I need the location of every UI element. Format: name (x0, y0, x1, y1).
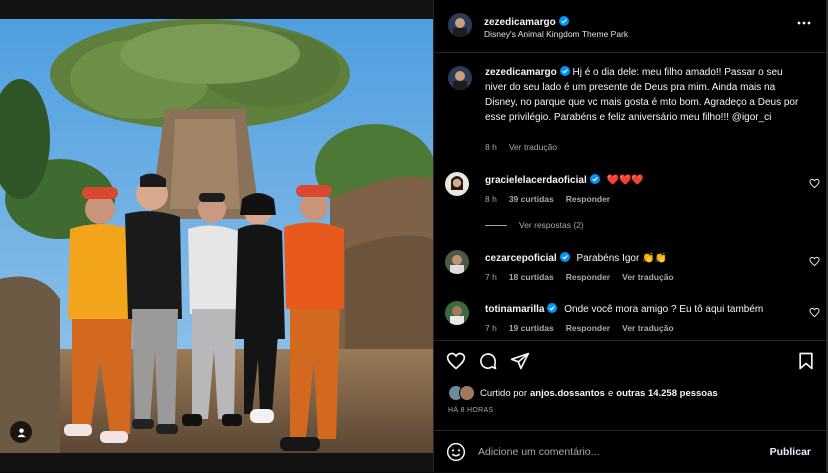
caption-age: 8 h (485, 142, 497, 152)
comment-reply-button[interactable]: Responder (566, 194, 610, 204)
comment-username[interactable]: gracielelacerdaoficial (485, 175, 587, 186)
comment-avatar[interactable] (445, 250, 469, 274)
view-replies-label[interactable]: Ver respostas (2) (519, 220, 584, 230)
comment-reply-button[interactable]: Responder (566, 323, 610, 333)
comment-age: 8 h (485, 194, 497, 204)
more-options-icon[interactable] (797, 16, 811, 30)
comment-text: Onde você mora amigo ? Eu tô aqui também (564, 304, 764, 315)
comment-composer: Adicione um comentário... Publicar (434, 430, 827, 473)
comment-see-translation[interactable]: Ver tradução (622, 272, 674, 282)
user-tag-icon[interactable] (10, 421, 32, 443)
comment-age: 7 h (485, 272, 497, 282)
comment-body: gracielelacerdaoficial ❤️❤️❤️ (485, 174, 644, 186)
comment-meta: 7 h 19 curtidas Responder Ver tradução (485, 323, 686, 333)
instagram-post-modal: zezedicamargo Disney's Animal Kingdom Th… (0, 0, 828, 472)
author-username[interactable]: zezedicamargo (484, 17, 556, 28)
caption-avatar[interactable] (448, 66, 472, 90)
comment-username[interactable]: cezarcepoficial (485, 253, 557, 264)
liker-avatar (459, 385, 475, 401)
post-photo[interactable] (0, 19, 433, 453)
comment-item: totinamarilla Onde você mora amigo ? Eu … (445, 301, 820, 337)
author-avatar[interactable] (448, 13, 472, 37)
caption-see-translation[interactable]: Ver tradução (509, 142, 557, 152)
comment-body: totinamarilla Onde você mora amigo ? Eu … (485, 303, 763, 315)
actions-divider (434, 340, 827, 341)
comment-avatar[interactable] (445, 301, 469, 325)
comment-likes[interactable]: 19 curtidas (509, 323, 554, 333)
bookmark-icon[interactable] (796, 351, 816, 371)
comment-age: 7 h (485, 323, 497, 333)
comment-meta: 8 h 39 curtidas Responder (485, 194, 622, 204)
comment-input[interactable]: Adicione um comentário... (478, 446, 599, 458)
heart-icon[interactable] (446, 351, 466, 371)
caption-meta: 8 h Ver tradução (485, 142, 569, 152)
verified-badge-icon (547, 303, 558, 313)
comment-username[interactable]: totinamarilla (485, 304, 544, 315)
comment-body: cezarcepoficial Parabéns Igor 👏👏 (485, 252, 667, 264)
group-photo-image (0, 19, 433, 453)
likes-others[interactable]: outras 14.258 pessoas (616, 388, 717, 399)
publish-button[interactable]: Publicar (770, 446, 811, 458)
post-header: zezedicamargo Disney's Animal Kingdom Th… (434, 0, 827, 53)
likers-avatars[interactable] (448, 385, 475, 401)
post-actions-bar (446, 351, 816, 373)
comment-text: ❤️❤️❤️ (606, 175, 644, 186)
caption-username[interactable]: zezedicamargo (485, 67, 557, 78)
view-replies-button[interactable]: Ver respostas (2) (485, 220, 584, 230)
comment-likes[interactable]: 39 curtidas (509, 194, 554, 204)
comment-icon[interactable] (478, 351, 498, 371)
post-details-panel: zezedicamargo Disney's Animal Kingdom Th… (433, 0, 827, 472)
comment-item: cezarcepoficial Parabéns Igor 👏👏 7 h 18 c… (445, 250, 820, 286)
comment-meta: 7 h 18 curtidas Responder Ver tradução (485, 272, 686, 282)
comment-see-translation[interactable]: Ver tradução (622, 323, 674, 333)
share-icon[interactable] (510, 351, 530, 371)
verified-badge-icon (559, 66, 570, 76)
replies-line (485, 224, 507, 226)
post-location[interactable]: Disney's Animal Kingdom Theme Park (484, 29, 628, 39)
emoji-icon[interactable] (446, 442, 466, 462)
comment-reply-button[interactable]: Responder (566, 272, 610, 282)
comment-item: gracielelacerdaoficial ❤️❤️❤️ 8 h 39 curt… (445, 172, 820, 208)
comment-like-heart-icon[interactable] (809, 178, 820, 189)
verified-badge-icon (589, 174, 600, 184)
comment-like-heart-icon[interactable] (809, 256, 820, 267)
likes-middle: e (607, 387, 614, 399)
comment-like-heart-icon[interactable] (809, 307, 820, 318)
comment-avatar[interactable] (445, 172, 469, 196)
author-line: zezedicamargo (484, 12, 569, 30)
comment-text: Parabéns Igor 👏👏 (576, 253, 668, 264)
likes-user[interactable]: anjos.dossantos (530, 388, 605, 399)
post-caption: zezedicamargo Hj é o dia dele: meu filho… (485, 65, 805, 125)
comment-likes[interactable]: 18 curtidas (509, 272, 554, 282)
post-timestamp[interactable]: HÁ 8 HORAS (448, 407, 493, 414)
likes-summary: Curtido por anjos.dossantos e outras 14.… (448, 385, 721, 401)
likes-prefix: Curtido por (480, 387, 527, 399)
verified-badge-icon (558, 16, 569, 26)
verified-badge-icon (559, 252, 570, 262)
